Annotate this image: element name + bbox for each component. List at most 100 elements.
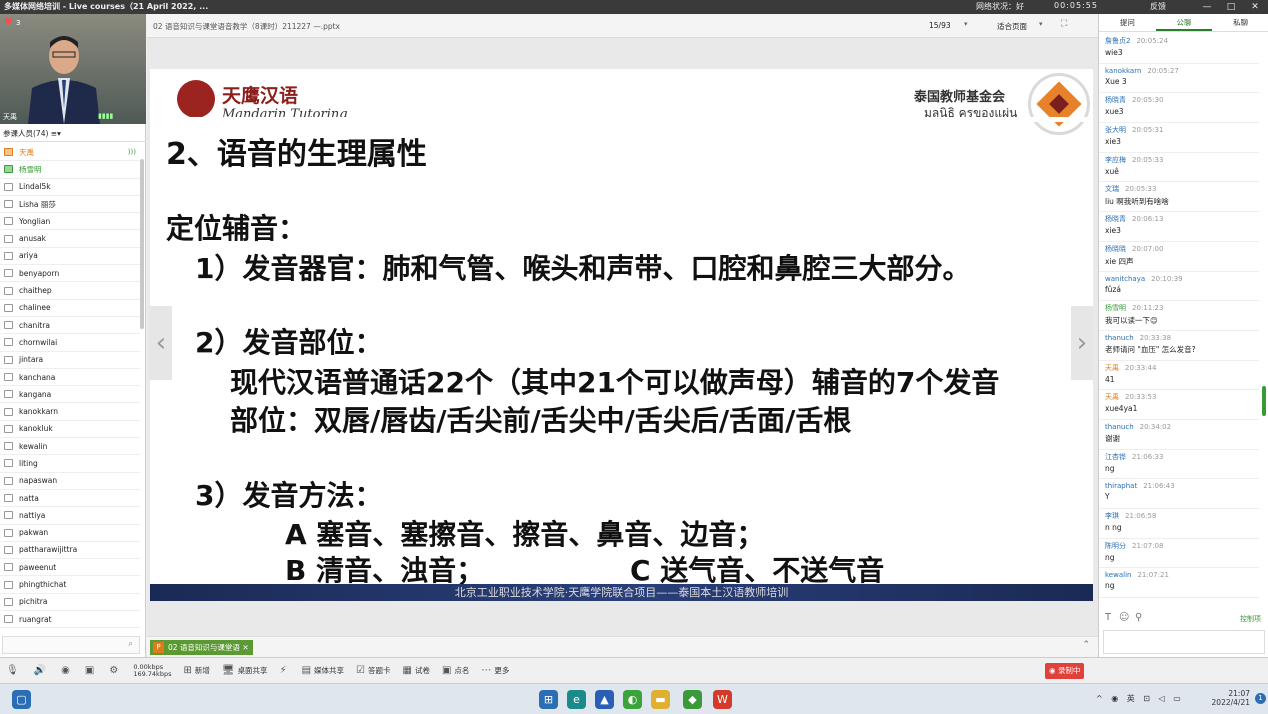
participant-search-input[interactable]: ⌕: [2, 636, 140, 654]
mic-icon[interactable]: 🎙: [6, 665, 22, 676]
chat-username[interactable]: kewalin: [1105, 571, 1131, 579]
participant-row[interactable]: kanokluk: [0, 421, 140, 439]
screen-icon[interactable]: ▣: [85, 665, 97, 676]
chat-username[interactable]: thanuch: [1105, 423, 1134, 431]
chat-username[interactable]: wanitchaya: [1105, 275, 1145, 283]
filter-icon[interactable]: ⚲: [1135, 612, 1142, 623]
file-explorer-icon[interactable]: ▬: [651, 690, 670, 709]
minimize-button[interactable]: —: [1196, 0, 1218, 14]
collapse-up-icon[interactable]: ⌃: [1082, 640, 1090, 650]
chat-username[interactable]: 杨晓青: [1105, 215, 1126, 223]
more-button[interactable]: ⋯ 更多: [481, 665, 509, 676]
close-button[interactable]: ✕: [1244, 0, 1266, 14]
chat-username[interactable]: thanuch: [1105, 334, 1134, 342]
participant-row[interactable]: natta: [0, 490, 140, 508]
chat-username[interactable]: 杨晓青: [1105, 96, 1126, 104]
file-tab[interactable]: P 02 语音知识与课堂语 ✕: [150, 640, 253, 655]
quiz-button[interactable]: ▦ 试卷: [403, 665, 430, 676]
system-tray[interactable]: ^ ◉ 英 ⊡ ◁ ▭: [1096, 693, 1184, 704]
tab-public-chat[interactable]: 公聊: [1155, 14, 1213, 31]
page-indicator[interactable]: 15/93: [929, 21, 951, 30]
chat-username[interactable]: 天禹: [1105, 393, 1119, 401]
camera-icon[interactable]: ◉: [61, 665, 73, 676]
participant-row[interactable]: Lisha 丽莎: [0, 196, 140, 214]
participant-row[interactable]: 杨雪明: [0, 161, 140, 179]
presenter-video[interactable]: ♥ 3 天禹 ▮▮▮▮: [0, 14, 146, 124]
recording-button[interactable]: ◉ 录制中: [1045, 663, 1085, 679]
list-menu-icon[interactable]: ≡▾: [51, 129, 61, 138]
text-format-icon[interactable]: T: [1105, 612, 1111, 623]
participant-row[interactable]: chornwilai: [0, 334, 140, 352]
participant-row[interactable]: pakwan: [0, 525, 140, 542]
chat-username[interactable]: 杨雪明: [1105, 304, 1126, 312]
participant-row[interactable]: kangana: [0, 386, 140, 404]
next-slide-arrow-icon[interactable]: ›: [1071, 306, 1093, 380]
participant-row[interactable]: pichitra: [0, 594, 140, 612]
wechat-icon[interactable]: ◐: [623, 690, 642, 709]
participant-row[interactable]: jintara: [0, 352, 140, 369]
taskbar-clock[interactable]: 21:07 2022/4/21: [1200, 689, 1250, 707]
maximize-button[interactable]: □: [1220, 0, 1242, 14]
chat-username[interactable]: 天禹: [1105, 364, 1119, 372]
participant-row[interactable]: paweenut: [0, 559, 140, 577]
tab-private-chat[interactable]: 私聊: [1212, 14, 1268, 31]
prev-slide-arrow-icon[interactable]: ‹: [150, 306, 172, 380]
participant-row[interactable]: anusak: [0, 230, 140, 248]
participant-row[interactable]: chalinee: [0, 300, 140, 317]
chat-username[interactable]: 李应梅: [1105, 156, 1126, 164]
chat-username[interactable]: thiraphat: [1105, 482, 1137, 490]
zoom-dropdown-icon[interactable]: ▾: [1039, 20, 1043, 28]
participant-row[interactable]: Lindal5k: [0, 179, 140, 196]
live-course-app-icon[interactable]: ◆: [683, 690, 702, 709]
participant-row[interactable]: pattharawijittra: [0, 542, 140, 560]
participant-row[interactable]: liting: [0, 455, 140, 473]
chat-scrollbar[interactable]: [1262, 386, 1266, 416]
chat-username[interactable]: 江杏铧: [1105, 453, 1126, 461]
rollcall-button[interactable]: ▣ 点名: [442, 665, 469, 676]
widgets-icon[interactable]: ▢: [12, 690, 31, 709]
chat-username[interactable]: 陈明分: [1105, 542, 1126, 550]
participant-row[interactable]: benyaporn: [0, 265, 140, 283]
notification-badge[interactable]: 1: [1255, 693, 1266, 704]
media-share-button[interactable]: ▤ 媒体共享: [302, 665, 344, 676]
participant-row[interactable]: phingthichat: [0, 576, 140, 594]
chat-username[interactable]: 詹鲁贞2: [1105, 37, 1130, 45]
desktop-share-button[interactable]: 🖥 桌面共享: [222, 665, 268, 676]
participant-row[interactable]: kanchana: [0, 369, 140, 387]
participant-row[interactable]: chanitra: [0, 317, 140, 335]
participant-row[interactable]: ruangrat: [0, 611, 140, 629]
flash-icon[interactable]: ⚡: [280, 665, 290, 676]
participants-scrollbar[interactable]: [140, 159, 144, 329]
emoji-icon[interactable]: ☺: [1119, 612, 1129, 623]
like-icon[interactable]: ♥: [4, 17, 13, 28]
feedback-link[interactable]: 反馈: [1150, 1, 1166, 12]
participant-row[interactable]: nattiya: [0, 507, 140, 525]
participant-row[interactable]: napaswan: [0, 473, 140, 490]
speaker-icon[interactable]: 🔊: [34, 665, 49, 676]
search-icon[interactable]: ⌕: [128, 639, 133, 649]
participant-row[interactable]: ariya: [0, 248, 140, 266]
answer-card-button[interactable]: ☑ 答题卡: [356, 665, 390, 676]
page-dropdown-icon[interactable]: ▾: [964, 20, 968, 28]
participant-row[interactable]: kanokkarn: [0, 403, 140, 421]
control-options-link[interactable]: 控制项: [1240, 614, 1261, 624]
photos-icon[interactable]: ▲: [595, 690, 614, 709]
chat-username[interactable]: 李琪: [1105, 512, 1119, 520]
chat-username[interactable]: kanokkarn: [1105, 67, 1141, 75]
chat-username[interactable]: 杨晓晓: [1105, 245, 1126, 253]
close-tab-icon[interactable]: ✕: [242, 643, 248, 652]
participant-row[interactable]: chaithep: [0, 282, 140, 300]
settings-icon[interactable]: ⚙: [109, 665, 121, 676]
chat-username[interactable]: 文瑞: [1105, 185, 1119, 193]
participant-row[interactable]: Yonglian: [0, 213, 140, 231]
new-button[interactable]: ⊞ 新增: [183, 665, 209, 676]
fullscreen-icon[interactable]: ⛶: [1061, 19, 1067, 29]
windows-start-icon[interactable]: ⊞: [539, 690, 558, 709]
edge-icon[interactable]: e: [567, 690, 586, 709]
participant-row[interactable]: 天禹))): [0, 144, 140, 162]
zoom-fit-select[interactable]: 适合页面: [997, 21, 1027, 32]
chat-username[interactable]: 张大明: [1105, 126, 1126, 134]
chat-input[interactable]: [1103, 630, 1265, 654]
wps-icon[interactable]: W: [713, 690, 732, 709]
participant-row[interactable]: kewalin: [0, 438, 140, 456]
